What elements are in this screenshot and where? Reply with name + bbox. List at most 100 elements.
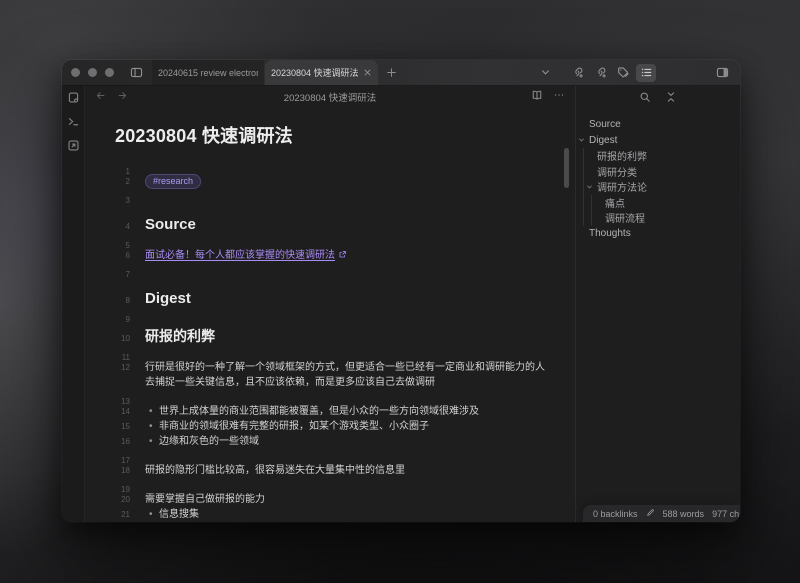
back-arrow-icon[interactable] [95,88,106,106]
outline-item[interactable]: 调研流程 [605,210,740,226]
editor-line[interactable]: 8Digest [115,277,575,308]
tab-strip: 20240615 review electron IPC 20230804 快速调… [152,60,378,85]
close-window-button[interactable] [71,68,80,77]
minimize-window-button[interactable] [88,68,97,77]
editor-paragraph[interactable]: 研报的隐形门槛比较高，很容易迷失在大量集中性的信息里 [145,463,549,478]
line-number: 18 [115,463,145,478]
outline-list-icon[interactable] [636,64,656,82]
editor-line[interactable]: 13 [115,390,575,404]
editor-line[interactable]: 17 [115,449,575,463]
outline-item[interactable]: 痛点 [605,195,740,211]
terminal-icon[interactable] [67,115,80,128]
line-number: 20 [115,492,145,507]
editor-line[interactable]: 14世界上成体量的商业范围都能被覆盖，但是小众的一些方向领域很难涉及 [115,404,575,419]
empty-line[interactable] [145,234,549,248]
external-link-icon[interactable] [338,249,347,264]
empty-line[interactable] [145,449,549,463]
search-icon[interactable] [639,90,651,108]
empty-line[interactable] [145,478,549,492]
chevron-down-icon[interactable] [577,136,586,145]
new-tab-button[interactable] [378,60,404,85]
editor-heading-2[interactable]: Source [145,215,549,234]
editor-line[interactable]: 10研报的利弊 [115,322,575,346]
editor-line[interactable]: 19 [115,478,575,492]
outline-item[interactable]: Source [589,117,740,133]
editor-line[interactable]: 9 [115,308,575,322]
outline-header [576,88,740,110]
empty-line[interactable] [145,189,549,203]
outline-item[interactable]: Thoughts [589,226,740,242]
editor-line[interactable]: 1 [115,160,575,174]
editor-line[interactable]: 15非商业的领域很难有完整的研报，如某个游戏类型、小众圈子 [115,419,575,434]
editor-line[interactable]: 2#research [115,174,575,189]
desktop-backdrop: 20240615 review electron IPC 20230804 快速调… [0,0,800,583]
more-options-icon[interactable] [553,88,565,106]
outline-item[interactable]: Digest [589,133,740,149]
editor-paragraph[interactable]: 行研是很好的一种了解一个领域框架的方式，但更适合一些已经有一定商业和调研能力的人… [145,360,549,390]
backlinks-count[interactable]: 0 backlinks [593,509,638,519]
popout-window-icon[interactable] [67,139,80,152]
editor-line[interactable]: 21信息搜集 [115,507,575,522]
empty-line[interactable] [145,308,549,322]
external-article-link[interactable]: 面试必备！每个人都应该掌握的快速调研法 [145,250,335,261]
tab-label: 20230804 快速调研法 [271,66,358,79]
editor-heading-2[interactable]: Digest [145,289,549,308]
editor-line[interactable]: 7 [115,263,575,277]
character-count[interactable]: 977 characters [712,509,740,519]
link-add-icon[interactable] [567,64,587,82]
outline-item-label: 调研流程 [605,210,645,225]
editor-line[interactable]: 6面试必备！每个人都应该掌握的快速调研法 [115,248,575,263]
tabbar-actions [535,60,740,85]
empty-line[interactable] [145,263,549,277]
editor-scrollbar[interactable] [564,148,569,188]
tab-list-dropdown-icon[interactable] [535,64,555,82]
inline-note-title[interactable]: 20230804 快速调研法 [115,122,575,148]
editor-line[interactable]: 4Source [115,203,575,234]
line-number: 7 [115,267,145,282]
link-add-alt-icon[interactable] [590,64,610,82]
line-number: 2 [115,174,145,189]
link-line[interactable]: 面试必备！每个人都应该掌握的快速调研法 [145,248,549,263]
outline-item-label: 痛点 [605,195,625,210]
empty-line[interactable] [145,390,549,404]
tags-icon[interactable] [613,64,633,82]
note-editor[interactable]: 20230804 快速调研法 12#research34Source56面试必备… [85,108,575,522]
editor-line[interactable]: 18研报的隐形门槛比较高，很容易迷失在大量集中性的信息里 [115,463,575,478]
chevron-down-icon[interactable] [585,182,594,191]
line-number: 12 [115,360,145,375]
word-count[interactable]: 588 words [663,509,705,519]
editor-line[interactable]: 5 [115,234,575,248]
sidebar-right-toggle-icon[interactable] [712,64,732,82]
zoom-window-button[interactable] [105,68,114,77]
empty-line[interactable] [145,346,549,360]
editor-paragraph[interactable]: 需要掌握自己做研报的能力 [145,492,549,507]
forward-arrow-icon[interactable] [117,88,128,106]
tab-close-icon[interactable] [363,68,372,77]
editor-line[interactable]: 12行研是很好的一种了解一个领域框架的方式，但更适合一些已经有一定商业和调研能力… [115,360,575,390]
editor-bullet[interactable]: 世界上成体量的商业范围都能被覆盖，但是小众的一些方向领域很难涉及 [145,404,549,419]
sidebar-left-toggle-icon[interactable] [124,60,148,85]
editor-line[interactable]: 3 [115,189,575,203]
outline-item-label: Digest [589,135,617,146]
editor-heading-3[interactable]: 研报的利弊 [145,327,549,345]
tab-inactive[interactable]: 20240615 review electron IPC [152,60,265,85]
tag-pill[interactable]: #research [145,174,201,189]
outline-item[interactable]: 调研方法论 [597,179,740,195]
collapse-all-icon[interactable] [665,90,677,108]
files-icon[interactable] [67,91,80,104]
reading-view-icon[interactable] [531,88,543,106]
empty-line[interactable] [145,160,549,174]
outline-item[interactable]: 调研分类 [597,164,740,180]
editor-bullet[interactable]: 边缘和灰色的一些领域 [145,434,549,449]
outline-sidebar: Source Digest 研报的利弊调研分类调研方法论痛点调研流程 Thoughts [575,86,740,522]
editor-line[interactable]: 16边缘和灰色的一些领域 [115,434,575,449]
editor-line[interactable]: 20需要掌握自己做研报的能力 [115,492,575,507]
outline-item[interactable]: 研报的利弊 [597,148,740,164]
tab-active[interactable]: 20230804 快速调研法 [265,60,378,85]
outline-item-label: 研报的利弊 [597,148,647,163]
editor-line[interactable]: 11 [115,346,575,360]
tag-line[interactable]: #research [145,174,549,189]
editor-bullet[interactable]: 信息搜集 [145,507,549,522]
outline-item-label: Thoughts [589,228,631,239]
editor-bullet[interactable]: 非商业的领域很难有完整的研报，如某个游戏类型、小众圈子 [145,419,549,434]
